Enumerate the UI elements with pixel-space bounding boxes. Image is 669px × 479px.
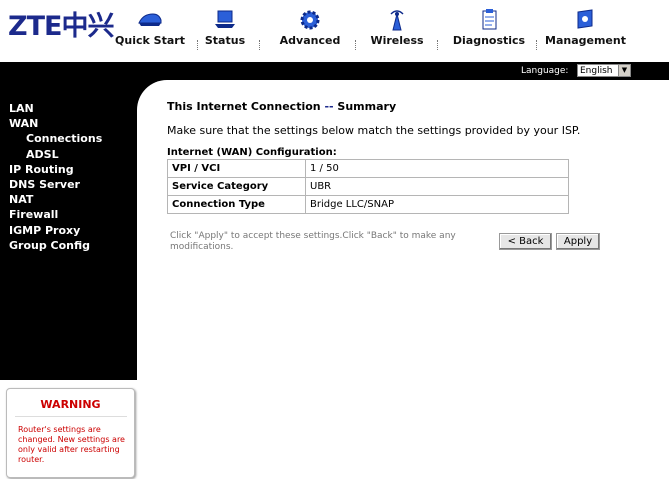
sidebar-item-firewall[interactable]: Firewall bbox=[9, 207, 102, 222]
table-row: Service Category UBR bbox=[167, 177, 569, 196]
clipboard-icon bbox=[482, 9, 497, 30]
table-row: Connection Type Bridge LLC/SNAP bbox=[167, 195, 569, 214]
sidebar-item-wan[interactable]: WAN bbox=[9, 116, 102, 131]
header: ZTE中兴 Quick Start Status Advanced Wirele… bbox=[0, 0, 669, 63]
sidebar-item-nat[interactable]: NAT bbox=[9, 192, 102, 207]
config-heading: Internet (WAN) Configuration: bbox=[167, 147, 337, 158]
config-table: VPI / VCI 1 / 50 Service Category UBR Co… bbox=[167, 159, 569, 214]
nav-wireless[interactable]: Wireless bbox=[367, 6, 427, 56]
sidebar-item-adsl[interactable]: ADSL bbox=[9, 147, 102, 162]
sidebar-item-igmp-proxy[interactable]: IGMP Proxy bbox=[9, 223, 102, 238]
monitor-icon bbox=[577, 9, 593, 29]
title-part-2: Summary bbox=[333, 100, 397, 113]
nav-label: Advanced bbox=[279, 34, 341, 47]
sidebar-item-connections[interactable]: Connections bbox=[9, 131, 102, 146]
sidebar-item-lan[interactable]: LAN bbox=[9, 101, 102, 116]
row-value: UBR bbox=[305, 177, 569, 196]
nav-label: Status bbox=[204, 34, 246, 47]
chevron-down-icon[interactable]: ▼ bbox=[618, 65, 630, 76]
nav-label: Wireless bbox=[370, 34, 424, 47]
nav-label: Diagnostics bbox=[452, 34, 526, 47]
apply-button[interactable]: Apply bbox=[556, 233, 600, 250]
language-bar: Language: English ▼ bbox=[0, 62, 669, 80]
title-dash: -- bbox=[324, 100, 334, 113]
nav-diagnostics[interactable]: Diagnostics bbox=[450, 6, 528, 56]
row-key: Service Category bbox=[167, 177, 306, 196]
row-value: 1 / 50 bbox=[305, 159, 569, 178]
language-select[interactable]: English ▼ bbox=[577, 64, 631, 77]
logo-latin: ZTE bbox=[8, 11, 62, 42]
nav-management[interactable]: Management bbox=[545, 6, 626, 56]
nav-status[interactable]: Status bbox=[200, 6, 250, 56]
nav-quick-start[interactable]: Quick Start bbox=[111, 6, 189, 56]
warning-text: Router's settings are changed. New setti… bbox=[18, 425, 125, 464]
nav-label: Quick Start bbox=[115, 34, 185, 47]
sidebar-item-dns-server[interactable]: DNS Server bbox=[9, 177, 102, 192]
car-icon bbox=[138, 13, 162, 26]
gear-icon bbox=[300, 10, 320, 30]
warning-title: WARNING bbox=[40, 398, 101, 411]
zte-logo[interactable]: ZTE中兴 bbox=[8, 11, 114, 42]
nav-label: Management bbox=[545, 34, 626, 47]
title-part-1: This Internet Connection bbox=[167, 100, 325, 113]
antenna-icon bbox=[390, 10, 404, 31]
row-key: VPI / VCI bbox=[167, 159, 306, 178]
logo-chinese: 中兴 bbox=[61, 11, 114, 42]
footer-note: Click "Apply" to accept these settings.C… bbox=[170, 231, 456, 252]
table-row: VPI / VCI 1 / 50 bbox=[167, 159, 569, 178]
row-value: Bridge LLC/SNAP bbox=[305, 195, 569, 214]
sidebar-item-ip-routing[interactable]: IP Routing bbox=[9, 162, 102, 177]
page-title: This Internet Connection -- Summary bbox=[167, 100, 396, 113]
language-selected: English bbox=[580, 66, 613, 76]
warning-divider bbox=[15, 416, 127, 417]
warning-box: WARNING Router's settings are changed. N… bbox=[6, 388, 135, 478]
instruction-text: Make sure that the settings below match … bbox=[167, 124, 581, 137]
sidebar: LAN WAN Connections ADSL IP Routing DNS … bbox=[0, 80, 137, 380]
back-button[interactable]: < Back bbox=[499, 233, 552, 250]
row-key: Connection Type bbox=[167, 195, 306, 214]
laptop-icon bbox=[215, 10, 235, 28]
language-label: Language: bbox=[521, 66, 569, 76]
nav-advanced[interactable]: Advanced bbox=[275, 6, 345, 56]
sidebar-item-group-config[interactable]: Group Config bbox=[9, 238, 102, 253]
